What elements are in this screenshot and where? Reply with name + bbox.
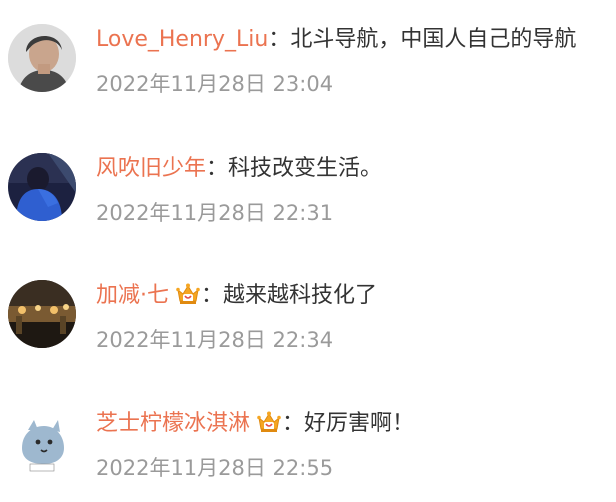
- separator: ：: [201, 283, 224, 308]
- separator: ：: [282, 411, 305, 436]
- username-link[interactable]: 加减·七: [96, 283, 169, 308]
- avatar[interactable]: [8, 280, 76, 348]
- comment-item: Love_Henry_Liu：北斗导航，中国人自己的导航 2022年11月28日…: [0, 0, 616, 120]
- comment-line: 风吹旧少年：科技改变生活。: [96, 153, 382, 185]
- vip-crown-icon[interactable]: [256, 409, 282, 435]
- comment-line: 加减·七 ：越来越科技化了: [96, 280, 377, 312]
- comment-item: 芝士柠檬冰淇淋 ：好厉害啊！ 2022年11月28日 22:55: [0, 384, 616, 502]
- avatar-photo-icon: [8, 24, 76, 92]
- comment-line: 芝士柠檬冰淇淋 ：好厉害啊！: [96, 408, 414, 440]
- separator: ：: [268, 27, 291, 52]
- comment-line: Love_Henry_Liu：北斗导航，中国人自己的导航: [96, 24, 576, 56]
- avatar-photo-icon: [8, 280, 76, 348]
- comment-text: 好厉害啊！: [304, 411, 415, 436]
- avatar-photo-icon: [8, 408, 76, 476]
- avatar[interactable]: [8, 153, 76, 221]
- avatar-photo-icon: [8, 153, 76, 221]
- comment-timestamp: 2022年11月28日 23:04: [96, 72, 334, 96]
- comment-text: 北斗导航，中国人自己的导航: [290, 27, 577, 52]
- comment-list: Love_Henry_Liu：北斗导航，中国人自己的导航 2022年11月28日…: [0, 0, 616, 502]
- comment-text: 科技改变生活。: [228, 156, 383, 181]
- username-link[interactable]: 芝士柠檬冰淇淋: [96, 411, 250, 436]
- username-link[interactable]: Love_Henry_Liu: [96, 27, 268, 52]
- avatar[interactable]: [8, 408, 76, 476]
- comment-text: 越来越科技化了: [223, 283, 378, 308]
- comment-timestamp: 2022年11月28日 22:31: [96, 201, 334, 225]
- comment-item: 风吹旧少年：科技改变生活。 2022年11月28日 22:31: [0, 129, 616, 249]
- comment-timestamp: 2022年11月28日 22:55: [96, 456, 334, 480]
- comment-item: 加减·七 ：越来越科技化了 2022年11月28日 22:34: [0, 256, 616, 376]
- vip-crown-icon[interactable]: [175, 281, 201, 307]
- separator: ：: [206, 156, 229, 181]
- avatar[interactable]: [8, 24, 76, 92]
- comment-timestamp: 2022年11月28日 22:34: [96, 328, 334, 352]
- username-link[interactable]: 风吹旧少年: [96, 156, 206, 181]
